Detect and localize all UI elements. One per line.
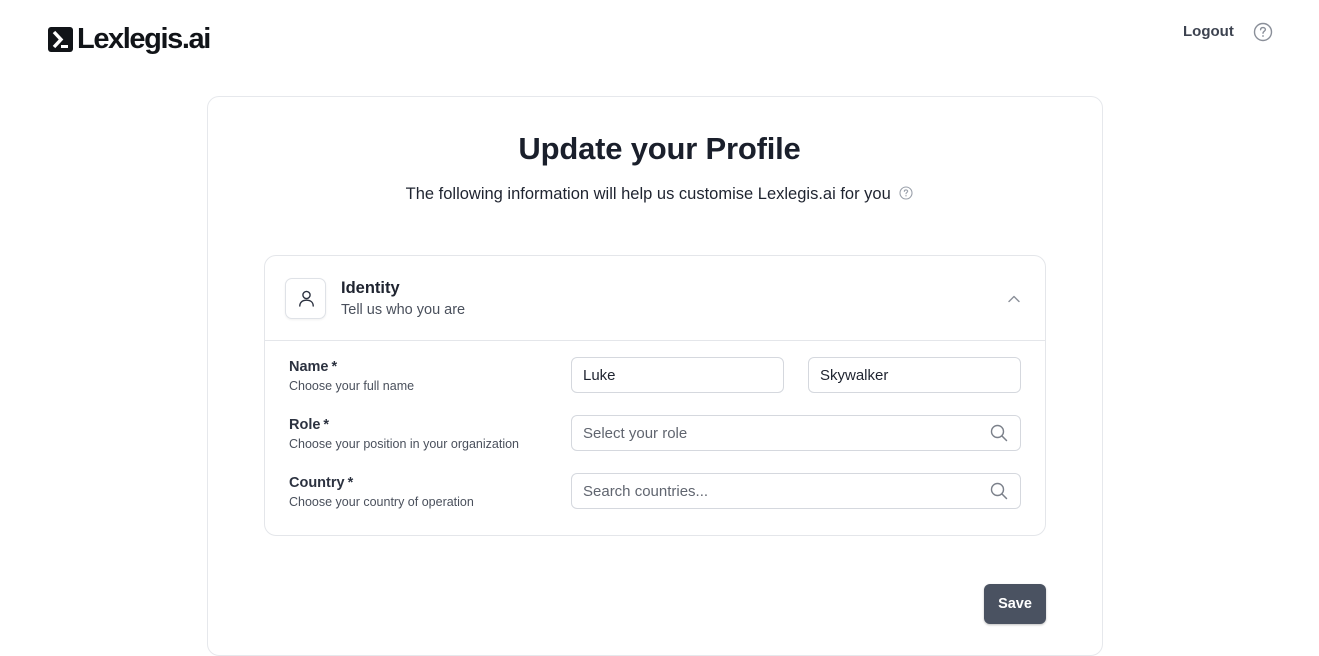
required-mark: * <box>331 359 338 375</box>
help-icon[interactable] <box>1253 22 1273 42</box>
name-label: Name * <box>289 359 337 375</box>
chevron-up-icon[interactable] <box>1006 291 1022 307</box>
user-icon <box>285 278 326 319</box>
country-hint: Choose your country of operation <box>289 495 474 509</box>
logo-mark-icon <box>48 26 73 52</box>
country-label: Country * <box>289 475 353 491</box>
role-label: Role * <box>289 417 329 433</box>
page-subtitle-text: The following information will help us c… <box>405 185 891 203</box>
required-mark: * <box>323 417 330 433</box>
section-title: Identity <box>341 279 400 297</box>
info-help-icon[interactable] <box>899 186 913 200</box>
last-name-input[interactable] <box>808 357 1021 393</box>
name-hint: Choose your full name <box>289 379 415 393</box>
logout-link[interactable]: Logout <box>1183 23 1234 40</box>
identity-section: Identity Tell us who you are Name * Choos… <box>264 255 1046 536</box>
brand-name: Lexlegis.ai <box>77 23 211 55</box>
required-mark: * <box>347 475 354 491</box>
page-subtitle: The following information will help us c… <box>0 185 1319 204</box>
name-label-text: Name <box>289 359 329 375</box>
identity-section-header[interactable]: Identity Tell us who you are <box>265 256 1045 341</box>
page-title: Update your Profile <box>518 131 801 166</box>
search-icon[interactable] <box>990 424 1008 442</box>
role-select-input[interactable] <box>571 415 1021 451</box>
country-label-text: Country <box>289 475 345 491</box>
role-hint: Choose your position in your organizatio… <box>289 437 519 451</box>
section-subtitle: Tell us who you are <box>341 302 466 318</box>
search-icon[interactable] <box>990 482 1008 500</box>
save-button[interactable]: Save <box>984 584 1046 624</box>
country-search-input[interactable] <box>571 473 1021 509</box>
first-name-input[interactable] <box>571 357 784 393</box>
top-bar: Lexlegis.ai Logout <box>0 0 1319 78</box>
brand-logo[interactable]: Lexlegis.ai <box>48 22 211 56</box>
role-label-text: Role <box>289 417 321 433</box>
